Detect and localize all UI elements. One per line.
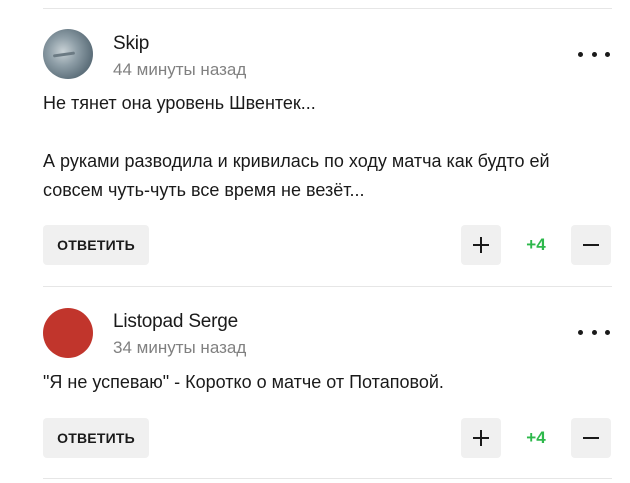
upvote-button[interactable] (461, 418, 501, 458)
comment-timestamp: 44 минуты назад (113, 60, 247, 79)
comment-divider (43, 286, 612, 287)
comment-author[interactable]: Listopad Serge (113, 311, 238, 333)
plus-icon (473, 237, 489, 253)
comment-text: Не тянет она уровень Швентек... А руками… (43, 93, 550, 200)
comment-divider (43, 478, 612, 479)
more-options-icon[interactable] (578, 322, 610, 342)
user-avatar[interactable] (43, 308, 93, 358)
downvote-button[interactable] (571, 418, 611, 458)
comment-score: +4 (526, 235, 546, 254)
reply-button[interactable]: ОТВЕТИТЬ (43, 225, 149, 265)
user-avatar[interactable] (43, 29, 93, 79)
downvote-button[interactable] (571, 225, 611, 265)
minus-icon (583, 237, 599, 253)
comment-divider (43, 8, 612, 9)
comment-score: +4 (526, 428, 546, 447)
more-options-icon[interactable] (578, 44, 610, 64)
minus-icon (583, 430, 599, 446)
plus-icon (473, 430, 489, 446)
upvote-button[interactable] (461, 225, 501, 265)
reply-button[interactable]: ОТВЕТИТЬ (43, 418, 149, 458)
comment-author[interactable]: Skip (113, 33, 149, 55)
comment-timestamp: 34 минуты назад (113, 338, 247, 357)
comment-text: "Я не успеваю" - Коротко о матче от Пота… (43, 372, 444, 392)
